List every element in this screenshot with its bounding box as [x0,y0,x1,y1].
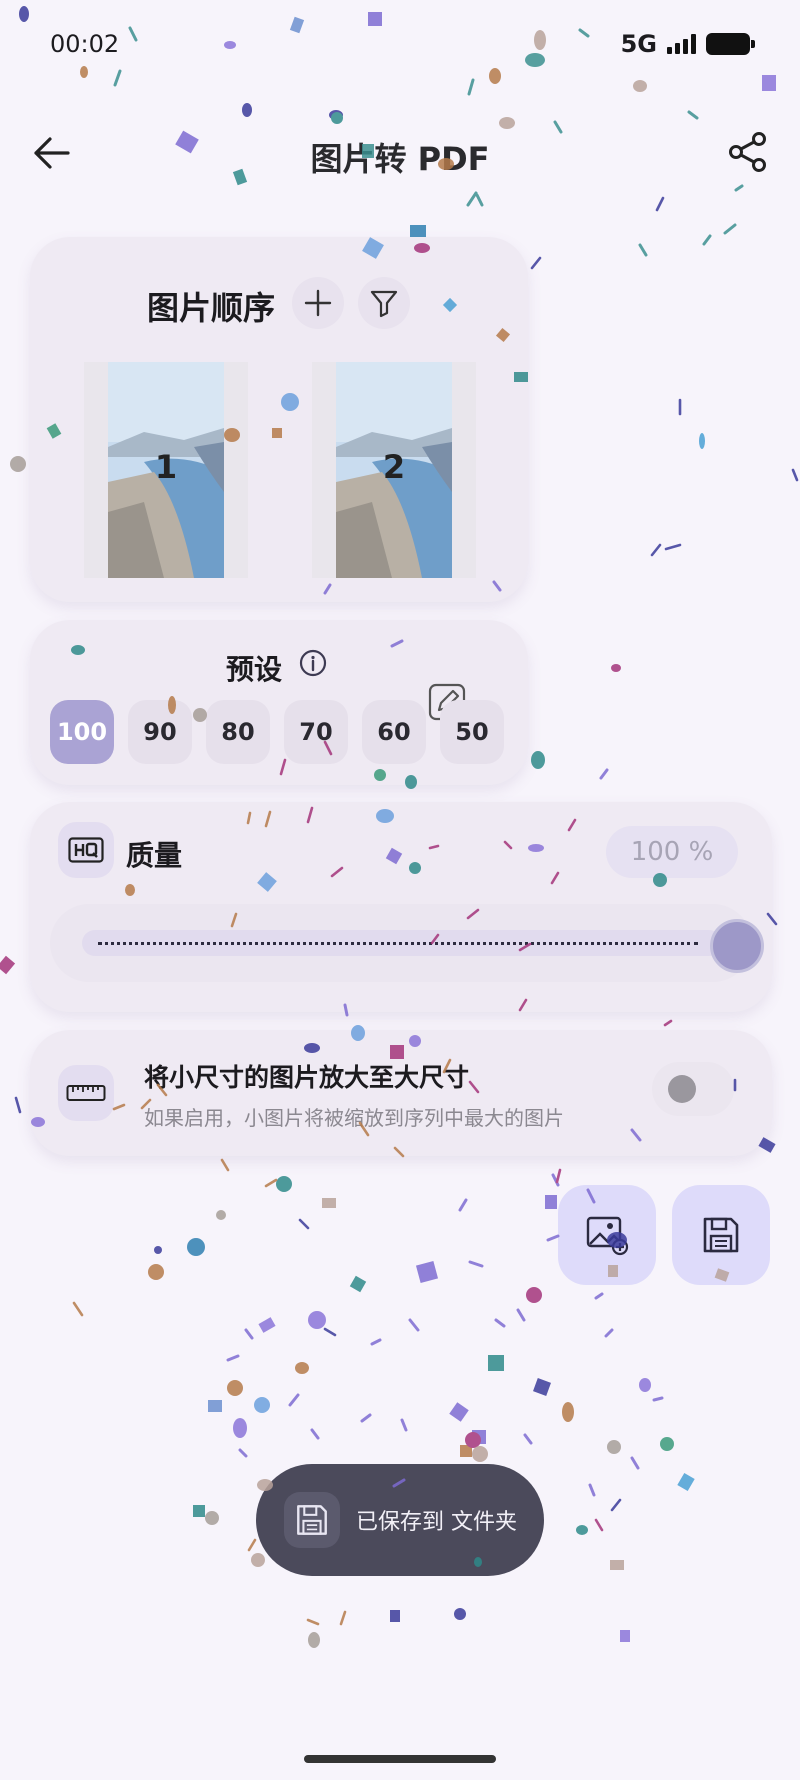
home-indicator[interactable] [304,1755,496,1763]
preset-chip[interactable]: 90 [128,700,192,764]
preset-chip[interactable]: 70 [284,700,348,764]
slider-ticks [98,942,698,945]
quality-title: 质量 [126,839,183,872]
preset-info-button[interactable] [298,648,328,678]
quality-value-badge: 100 % [606,826,738,878]
network-type: 5G [620,30,657,58]
slider-thumb[interactable] [710,919,764,973]
save-fab[interactable] [672,1185,770,1285]
upscale-card[interactable]: 将小尺寸的图片放大至大尺寸 如果启用，小图片将被缩放到序列中最大的图片 [30,1030,772,1156]
plus-icon [304,289,332,317]
battery-icon [706,33,755,55]
image-thumbnail[interactable]: 2 [312,362,476,578]
saved-toast: 已保存到 文件夹 [256,1464,544,1576]
page-title: 图片转 PDF [310,140,490,178]
upscale-subtitle: 如果启用，小图片将被缩放到序列中最大的图片 [144,1106,564,1130]
signal-icon [667,34,696,54]
ruler-icon [58,1065,114,1121]
info-icon [299,649,327,677]
preset-chip[interactable]: 100 [50,700,114,764]
add-images-fab[interactable] [558,1185,656,1285]
save-icon [703,1217,739,1253]
share-button[interactable] [726,130,770,174]
image-order-card: 图片顺序 1 2 [30,237,528,602]
toggle-knob [668,1075,696,1103]
quality-slider[interactable] [50,904,764,982]
image-thumbnail[interactable]: 1 [84,362,248,578]
preset-chip[interactable]: 50 [440,700,504,764]
filter-button[interactable] [358,277,410,329]
preset-title: 预设 [226,653,283,686]
status-time: 00:02 [50,30,120,58]
toast-message: 已保存到 文件夹 [356,1510,517,1535]
preset-chip[interactable]: 60 [362,700,426,764]
hq-icon [58,822,114,878]
upscale-toggle[interactable] [652,1062,734,1116]
image-add-icon [586,1216,629,1256]
share-icon [729,132,766,172]
preset-card: 预设 100 90 80 70 60 50 [30,620,528,785]
upscale-title: 将小尺寸的图片放大至大尺寸 [144,1063,470,1092]
image-order-title: 图片顺序 [147,289,276,327]
preset-chip[interactable]: 80 [206,700,270,764]
filter-icon [370,290,398,318]
quality-card: 质量 100 % [30,802,772,1012]
image-number: 2 [382,448,406,486]
save-icon [284,1492,340,1548]
image-number: 1 [154,448,178,486]
status-indicators: 5G [620,30,755,58]
add-image-button[interactable] [292,277,344,329]
